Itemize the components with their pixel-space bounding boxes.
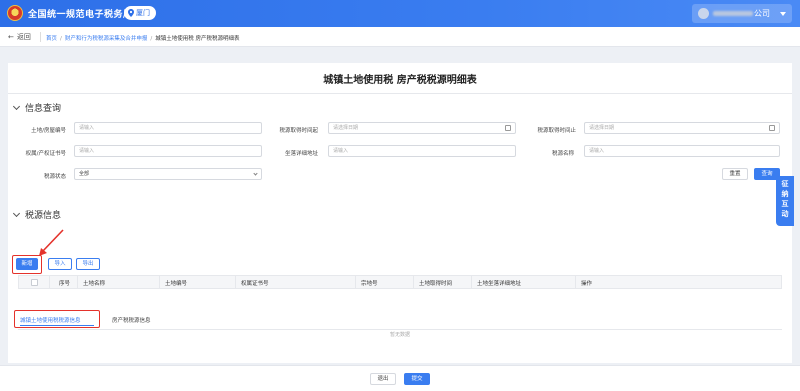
- divider: [18, 329, 782, 330]
- user-menu[interactable]: 公司: [692, 4, 792, 23]
- column-header: 土地坐落详细地址: [477, 281, 522, 287]
- divider: [8, 93, 792, 94]
- chevron-down-icon: [12, 102, 21, 111]
- select-all-checkbox[interactable]: [31, 279, 38, 286]
- back-button[interactable]: ← 返回: [8, 32, 31, 42]
- redacted-company-name: [713, 11, 753, 16]
- column-header: 序号: [59, 281, 71, 287]
- field-label-land-no: 土地/房屋编号: [31, 128, 66, 134]
- side-tab-label: 征纳互动: [781, 180, 789, 218]
- land-no-input[interactable]: 请输入: [74, 122, 262, 134]
- field-label-source-name: 税源名称: [551, 151, 574, 157]
- reset-button[interactable]: 重置: [722, 168, 748, 180]
- export-button[interactable]: 导出: [76, 258, 100, 270]
- top-header: 全国统一规范电子税务局 厦门 公司: [0, 0, 800, 27]
- tab-property-tax[interactable]: 房产税税源信息: [112, 316, 151, 324]
- submit-button[interactable]: 提交: [404, 373, 430, 385]
- breadcrumb-declaration[interactable]: 财产和行为税税源采集及合并申报: [65, 36, 148, 42]
- field-label-address: 坐落详细地址: [284, 151, 318, 157]
- breadcrumb: 首页 / 财产和行为税税源采集及合并申报 / 城镇土地使用税 房产税税源明细表: [46, 36, 240, 42]
- tax-emblem-logo: [7, 5, 23, 21]
- end-date-picker[interactable]: 请选择日期: [584, 122, 780, 134]
- location-pin-icon: [128, 9, 134, 17]
- tax-source-section-title: 税源信息: [25, 211, 62, 221]
- import-button[interactable]: 导入: [48, 258, 72, 270]
- start-date-picker[interactable]: 请选择日期: [328, 122, 516, 134]
- column-header: 土地取得时间: [419, 281, 453, 287]
- city-selector[interactable]: 厦门: [124, 6, 156, 20]
- cert-no-input[interactable]: 请输入: [74, 145, 262, 157]
- back-label: 返回: [16, 33, 31, 41]
- column-header: 土地名称: [83, 281, 106, 287]
- page-title: 城镇土地使用税 房产税税源明细表: [323, 75, 477, 86]
- field-label-start-date: 税源取得时间起: [279, 128, 318, 134]
- query-section-title: 信息查询: [25, 104, 62, 114]
- column-header: 土地编号: [165, 281, 188, 287]
- breadcrumb-current: 城镇土地使用税 房产税税源明细表: [155, 36, 240, 42]
- tax-source-section-header[interactable]: 税源信息: [12, 208, 62, 221]
- table-header: 序号 土地名称 土地编号 权属证书号 宗地号 土地取得时间 土地坐落详细地址 操…: [18, 275, 782, 289]
- query-section-header[interactable]: 信息查询: [12, 101, 62, 114]
- field-label-status: 税源状态: [43, 174, 66, 180]
- address-input[interactable]: 请输入: [328, 145, 516, 157]
- arrow-left-icon: ←: [8, 33, 14, 41]
- breadcrumb-bar: ← 返回 首页 / 财产和行为税税源采集及合并申报 / 城镇土地使用税 房产税税源明细表: [0, 27, 800, 47]
- column-header: 操作: [581, 281, 593, 287]
- breadcrumb-home[interactable]: 首页: [46, 36, 57, 42]
- red-arrow-icon: [39, 229, 64, 256]
- add-button[interactable]: 新增: [16, 258, 38, 270]
- interaction-side-tab[interactable]: 征纳互动: [776, 176, 794, 226]
- divider: [40, 32, 41, 42]
- exit-button[interactable]: 退出: [370, 373, 396, 385]
- status-select[interactable]: 全部: [74, 168, 262, 180]
- footer-bar: 退出 提交: [0, 365, 800, 391]
- source-name-input[interactable]: 请输入: [584, 145, 780, 157]
- column-header: 宗地号: [361, 281, 378, 287]
- chevron-down-icon: [253, 171, 258, 176]
- app-title: 全国统一规范电子税务局: [28, 10, 133, 20]
- avatar: [698, 8, 709, 19]
- field-label-end-date: 税源取得时间止: [537, 128, 576, 134]
- field-label-cert-no: 权属/产权证书号: [25, 151, 66, 157]
- chevron-down-icon: [780, 12, 786, 16]
- city-name: 厦门: [136, 9, 150, 17]
- empty-state-text: 暂无数据: [389, 332, 410, 338]
- active-tab-indicator: [20, 325, 94, 326]
- main-card: 城镇土地使用税 房产税税源明细表 信息查询 土地/房屋编号 请输入 税源取得时间…: [8, 63, 792, 363]
- chevron-down-icon: [12, 209, 21, 218]
- calendar-icon: [769, 125, 775, 131]
- column-header: 权属证书号: [241, 281, 269, 287]
- tab-land-use-tax[interactable]: 城镇土地使用税税源信息: [20, 316, 81, 324]
- company-suffix: 公司: [754, 9, 770, 18]
